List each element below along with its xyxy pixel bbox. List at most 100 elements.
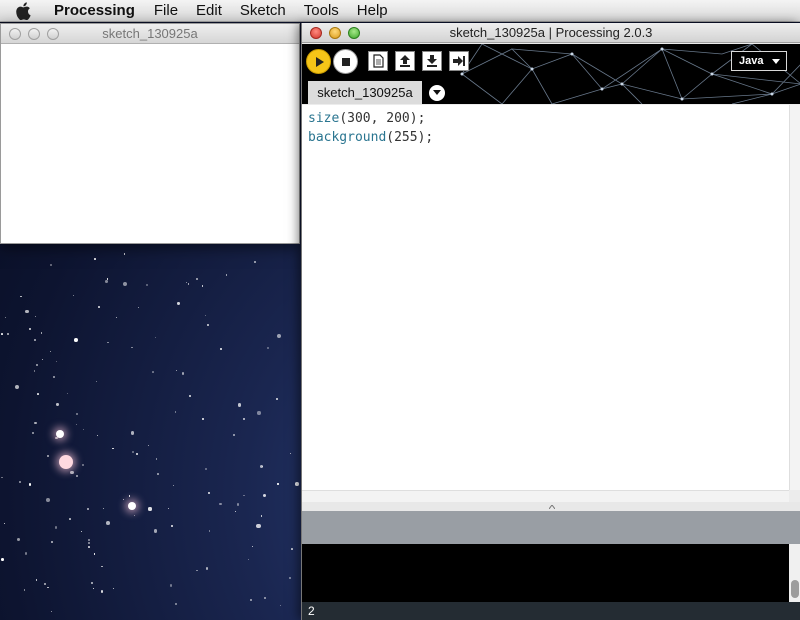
tab-sketch[interactable]: sketch_130925a: [308, 81, 422, 104]
star: [253, 260, 256, 263]
star: [93, 553, 96, 555]
star: [181, 372, 184, 375]
line-number: 2: [308, 604, 315, 618]
menu-app-processing[interactable]: Processing: [46, 0, 145, 22]
star: [1, 476, 3, 479]
export-button[interactable]: [449, 51, 469, 71]
star: [55, 361, 57, 363]
star: [43, 583, 46, 585]
star: [219, 503, 222, 506]
stop-button[interactable]: [333, 49, 358, 74]
zoom-button[interactable]: [348, 27, 360, 39]
sketch-output-window: sketch_130925a: [0, 23, 300, 244]
code-args: (300, 200);: [339, 111, 426, 126]
code-editor[interactable]: size(300, 200); background(255);: [302, 105, 789, 490]
bright-star: [56, 430, 64, 438]
console-area[interactable]: [302, 544, 789, 602]
chevron-down-icon: [433, 90, 441, 95]
star: [295, 482, 299, 487]
star: [115, 317, 117, 319]
menu-tools[interactable]: Tools: [295, 0, 348, 22]
star: [35, 315, 37, 317]
menu-file[interactable]: File: [145, 0, 187, 22]
star: [31, 431, 35, 434]
menu-bar: Processing File Edit Sketch Tools Help: [0, 0, 800, 22]
star: [87, 507, 90, 511]
star: [28, 327, 32, 331]
editor-horizontal-scrollbar[interactable]: [302, 490, 789, 502]
star: [92, 587, 95, 590]
star: [172, 484, 174, 487]
star: [155, 458, 157, 460]
star: [260, 515, 263, 518]
stop-icon: [341, 57, 350, 66]
star: [80, 530, 82, 532]
star: [24, 552, 28, 555]
star: [40, 331, 43, 334]
star: [128, 495, 131, 497]
console-scrollbar[interactable]: [789, 544, 800, 602]
star: [157, 473, 159, 476]
star: [98, 306, 101, 309]
line-number-bar: 2: [302, 602, 800, 620]
close-button[interactable]: [9, 28, 21, 40]
apple-menu[interactable]: [0, 1, 46, 20]
star: [205, 567, 209, 570]
drag-handle-icon: [548, 504, 555, 509]
tab-label: sketch_130925a: [317, 85, 413, 100]
star: [82, 464, 85, 467]
save-icon: [427, 55, 437, 67]
run-button[interactable]: [306, 49, 331, 74]
star: [279, 604, 281, 607]
star: [169, 584, 173, 587]
star: [50, 610, 53, 613]
bright-star: [128, 502, 136, 510]
menu-help[interactable]: Help: [348, 0, 397, 22]
star: [36, 392, 39, 395]
star: [34, 421, 37, 425]
star: [105, 279, 108, 283]
menu-sketch[interactable]: Sketch: [231, 0, 295, 22]
sketch-canvas[interactable]: [1, 44, 299, 243]
star: [5, 316, 7, 318]
star: [146, 284, 149, 287]
star: [251, 545, 254, 547]
star: [219, 347, 222, 350]
new-button[interactable]: [368, 51, 388, 71]
star: [264, 596, 267, 599]
star: [107, 341, 109, 343]
star: [47, 586, 49, 589]
console-splitter[interactable]: [302, 502, 800, 511]
menu-edit[interactable]: Edit: [187, 0, 231, 22]
editor-vertical-scrollbar[interactable]: [789, 105, 800, 490]
star: [201, 284, 204, 287]
star: [15, 385, 20, 389]
star: [148, 507, 152, 511]
mode-selector[interactable]: Java: [731, 51, 787, 71]
star: [23, 589, 26, 591]
minimize-button[interactable]: [28, 28, 40, 40]
star: [70, 470, 74, 475]
star: [195, 278, 199, 281]
minimize-button[interactable]: [329, 27, 341, 39]
star: [18, 480, 21, 483]
star: [277, 483, 279, 485]
console-scroll-thumb[interactable]: [791, 580, 799, 598]
star: [207, 491, 210, 494]
star: [237, 403, 242, 407]
star: [175, 603, 178, 606]
star: [288, 577, 291, 580]
open-button[interactable]: [395, 51, 415, 71]
tab-menu-button[interactable]: [429, 85, 445, 101]
star: [263, 493, 267, 497]
save-button[interactable]: [422, 51, 442, 71]
star: [204, 314, 206, 316]
close-button[interactable]: [310, 27, 322, 39]
star: [277, 333, 282, 338]
star: [208, 530, 211, 532]
star: [91, 582, 94, 585]
star: [96, 380, 98, 382]
zoom-button[interactable]: [47, 28, 59, 40]
star: [151, 370, 154, 373]
window-controls: [9, 28, 59, 40]
